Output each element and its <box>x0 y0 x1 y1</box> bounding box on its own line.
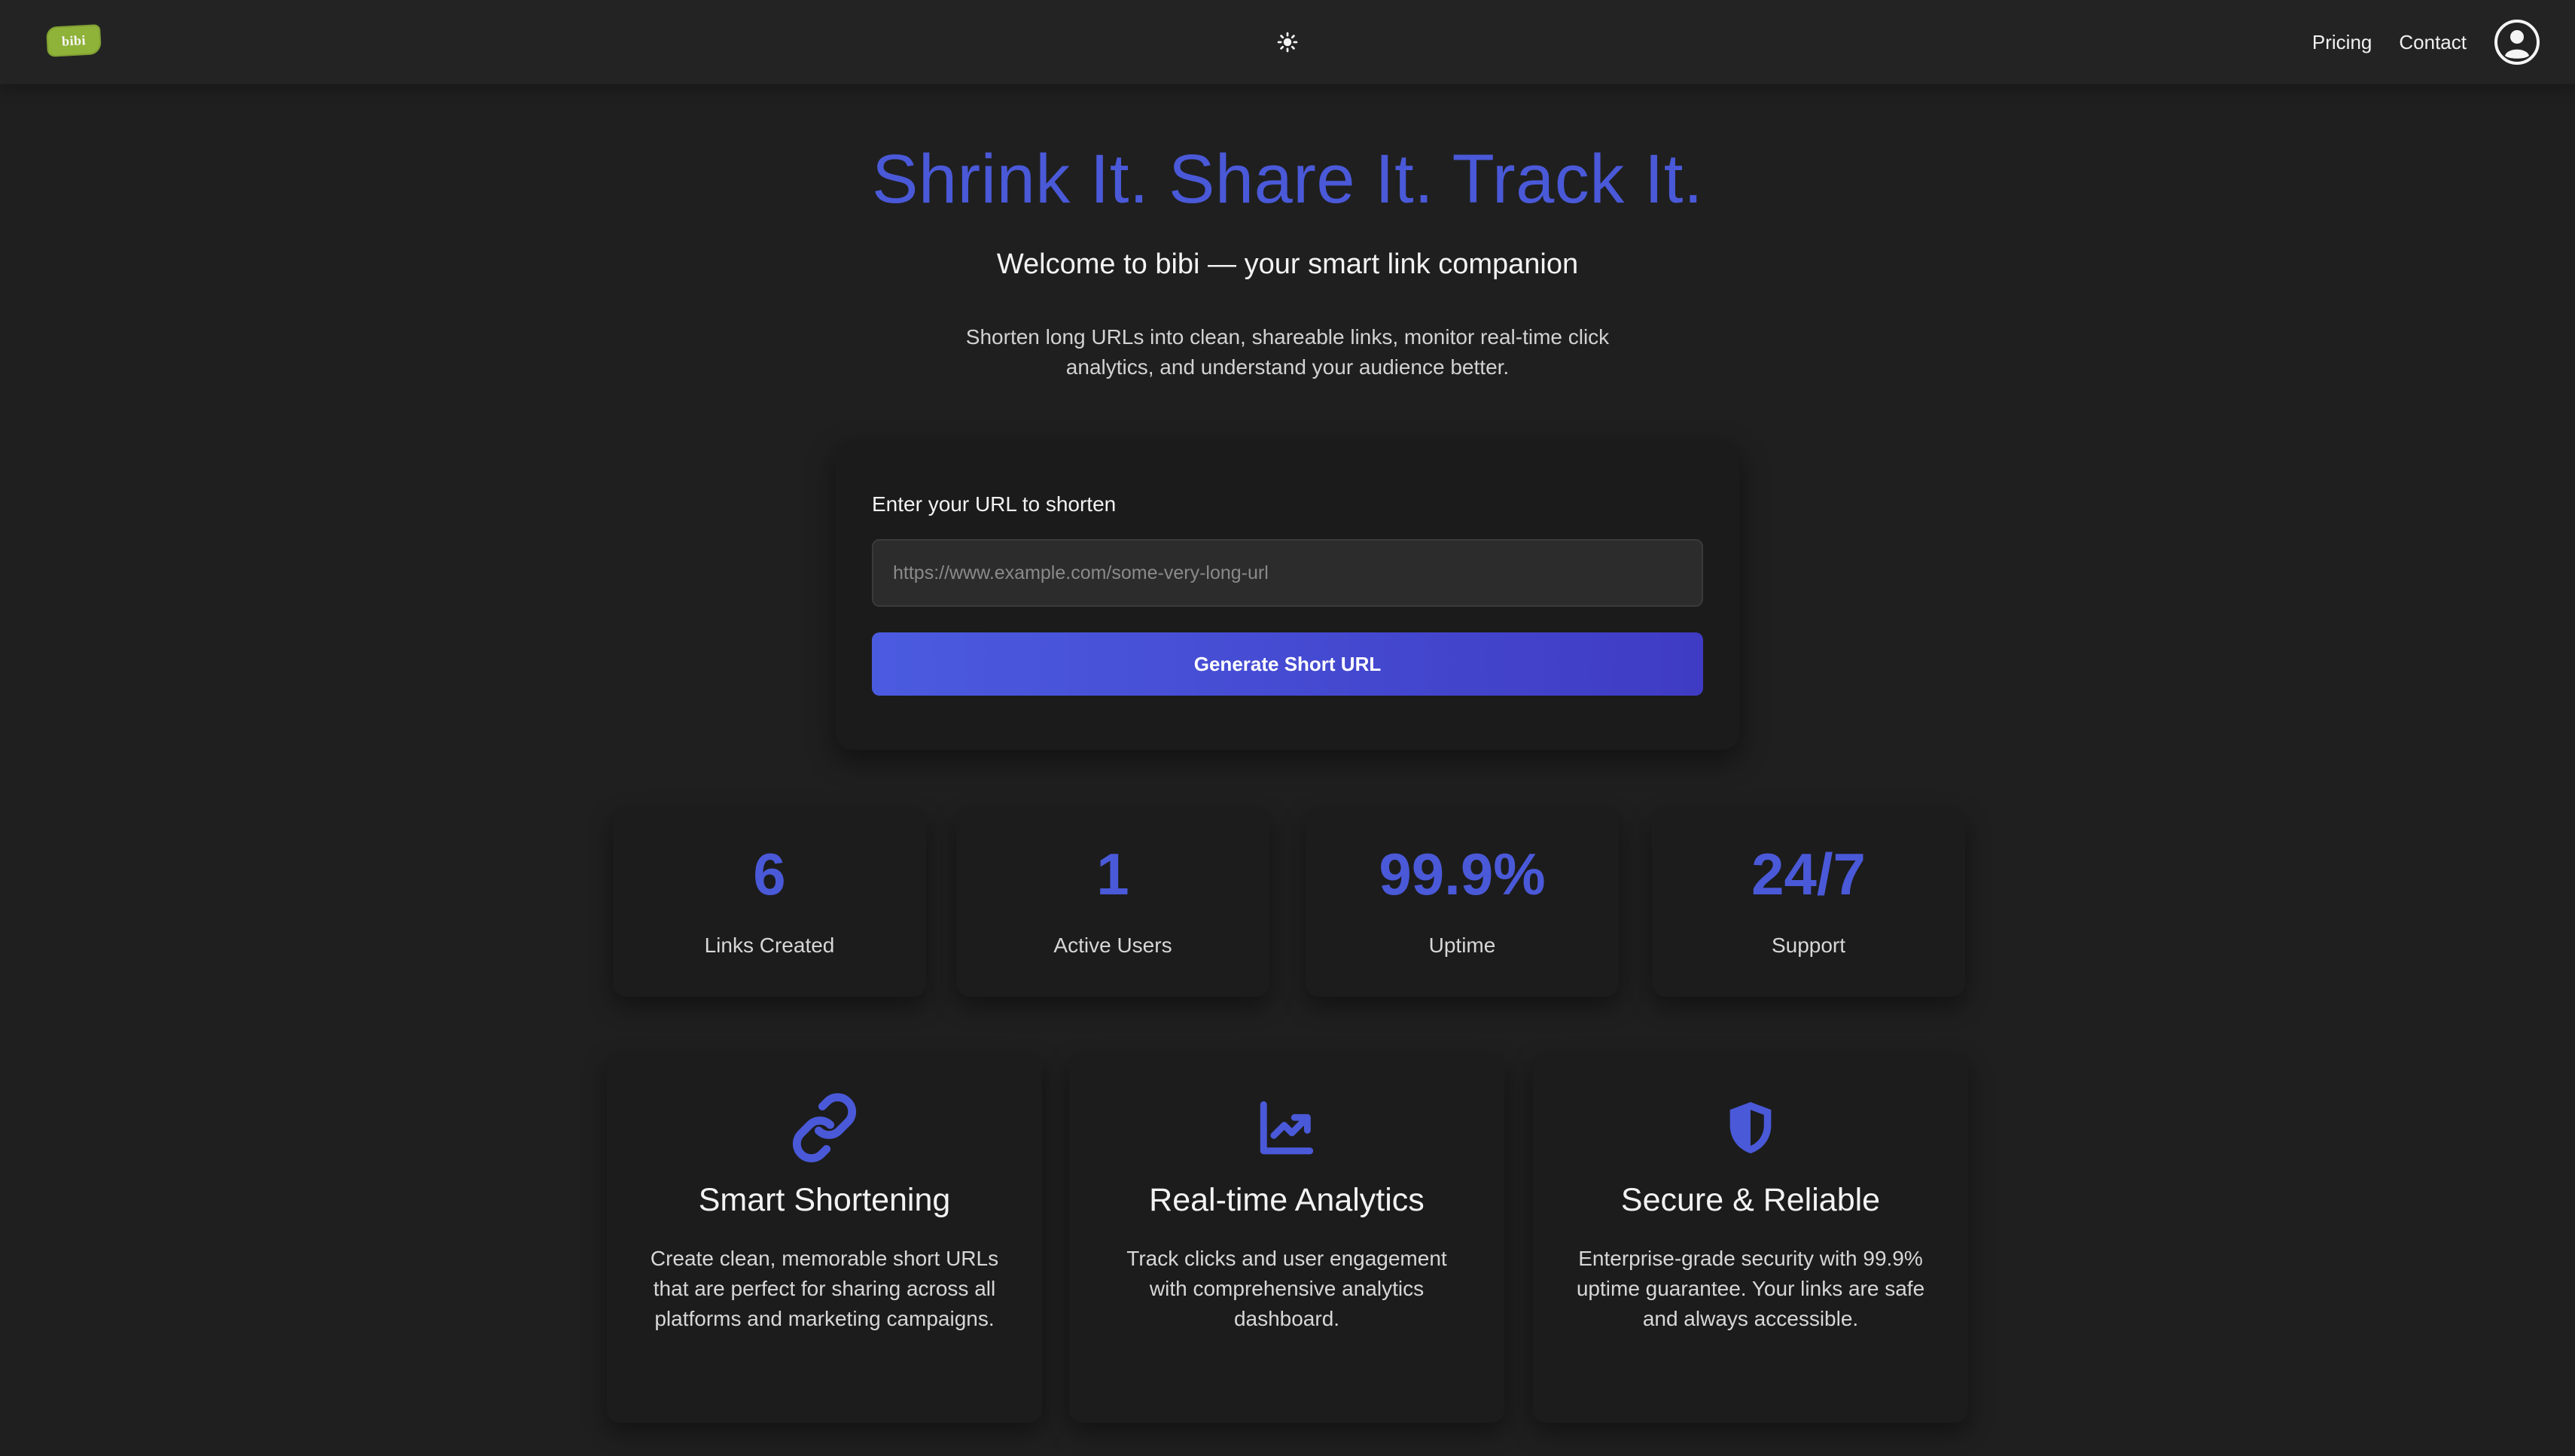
bibi-logo[interactable]: bibi <box>46 24 102 57</box>
generate-short-url-button[interactable]: Generate Short URL <box>872 632 1703 696</box>
chart-line-icon <box>1260 1101 1314 1155</box>
stat-card-active-users: 1 Active Users <box>956 809 1269 997</box>
hero-description: Shorten long URLs into clean, shareable … <box>965 325 1610 379</box>
stat-card-links-created: 6 Links Created <box>613 809 926 997</box>
nav-pricing-link[interactable]: Pricing <box>2312 31 2372 54</box>
stat-value: 24/7 <box>1751 841 1866 907</box>
url-input-label: Enter your URL to shorten <box>872 492 1117 516</box>
stat-label: Uptime <box>1428 934 1496 957</box>
stat-label: Links Created <box>704 934 835 957</box>
main-navigation: Pricing Contact <box>2312 0 2540 84</box>
nav-contact-link[interactable]: Contact <box>2399 31 2467 54</box>
stat-label: Support <box>1771 934 1846 957</box>
feature-description: Enterprise-grade security with 99.9% upt… <box>1576 1247 1925 1330</box>
feature-card-real-time-analytics: Real-time Analytics Track clicks and use… <box>1069 1054 1504 1423</box>
theme-toggle-button[interactable] <box>1272 27 1303 57</box>
account-button[interactable] <box>2494 19 2540 65</box>
site-header: bibi Pricing Contact <box>0 0 2575 84</box>
feature-title: Smart Shortening <box>698 1182 951 1218</box>
feature-description: Create clean, memorable short URLs that … <box>650 1247 999 1330</box>
shield-icon <box>1729 1101 1772 1154</box>
hero-subtitle: Welcome to bibi — your smart link compan… <box>996 248 1579 280</box>
stat-value: 99.9% <box>1379 841 1546 907</box>
link-icon <box>792 1093 857 1162</box>
stat-card-support: 24/7 Support <box>1652 809 1965 997</box>
feature-description: Track clicks and user engagement with co… <box>1126 1247 1447 1330</box>
stat-label: Active Users <box>1053 934 1172 957</box>
stat-card-uptime: 99.9% Uptime <box>1306 809 1619 997</box>
feature-card-secure-reliable: Secure & Reliable Enterprise-grade secur… <box>1533 1054 1968 1423</box>
feature-card-smart-shortening: Smart Shortening Create clean, memorable… <box>607 1054 1042 1423</box>
url-input[interactable] <box>872 539 1703 607</box>
stat-value: 6 <box>753 841 786 907</box>
hero-title: Shrink It. Share It. Track It. <box>871 141 1704 218</box>
feature-title: Real-time Analytics <box>1149 1182 1425 1218</box>
page: bibi Pricing Contact Shrink It. Share It… <box>0 0 2575 1456</box>
stat-value: 1 <box>1096 841 1129 907</box>
logo-text: bibi <box>61 32 87 49</box>
feature-title: Secure & Reliable <box>1620 1182 1881 1218</box>
shorten-form-card: Enter your URL to shorten Generate Short… <box>836 440 1739 750</box>
sun-icon <box>1277 32 1298 53</box>
user-circle-icon <box>2494 20 2540 65</box>
